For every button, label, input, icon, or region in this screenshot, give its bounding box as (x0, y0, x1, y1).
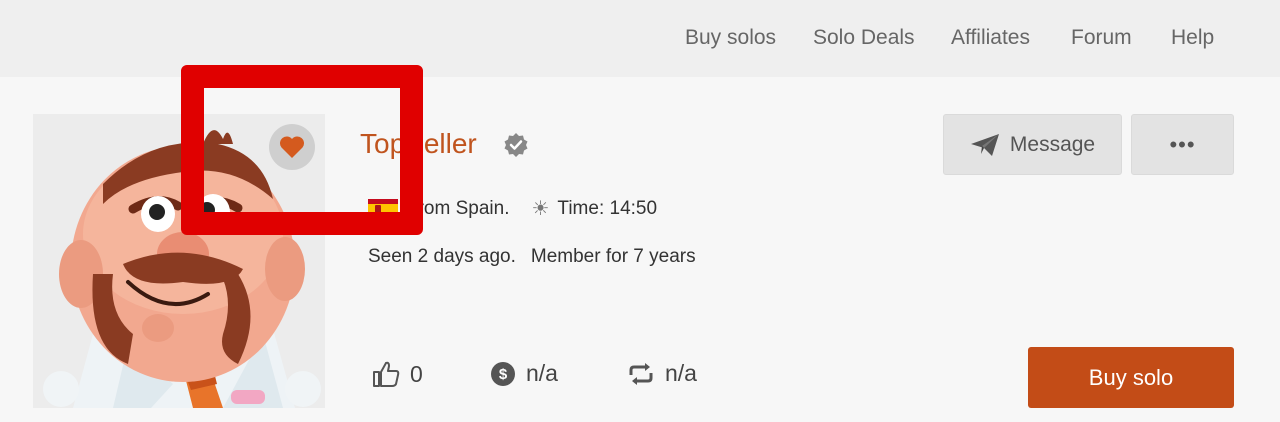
highlight-annotation-box (181, 65, 423, 235)
local-time: Time: 14:50 (557, 197, 658, 219)
repeat-stat: n/a (627, 360, 697, 387)
repeat-icon (629, 362, 653, 385)
nav-buy-solos[interactable]: Buy solos (685, 26, 776, 50)
nav-solo-deals[interactable]: Solo Deals (813, 26, 915, 50)
more-options-button[interactable]: ••• (1131, 114, 1234, 175)
last-seen: Seen 2 days ago. (368, 246, 516, 267)
message-button[interactable]: Message (943, 114, 1122, 175)
price-value: n/a (526, 360, 558, 386)
paper-plane-icon (970, 133, 999, 156)
dollar-coin-icon: $ (491, 361, 515, 386)
likes-stat: 0 (372, 360, 423, 388)
activity-row: Seen 2 days ago. Member for 7 years (368, 246, 696, 268)
sun-icon: ☀ (531, 198, 550, 220)
member-since: Member for 7 years (530, 246, 696, 267)
thumbs-up-icon (373, 361, 400, 387)
price-stat: $ n/a (490, 360, 558, 387)
verified-badge-icon (504, 133, 528, 157)
buy-solo-button[interactable]: Buy solo (1028, 347, 1234, 408)
repeat-value: n/a (665, 360, 697, 386)
nav-forum[interactable]: Forum (1071, 26, 1132, 50)
nav-help[interactable]: Help (1171, 26, 1214, 50)
more-options-label: ••• (1169, 131, 1196, 157)
buy-solo-label: Buy solo (1088, 364, 1174, 390)
message-button-label: Message (1009, 132, 1096, 156)
svg-text:$: $ (499, 366, 508, 383)
nav-affiliates[interactable]: Affiliates (951, 26, 1030, 50)
likes-count: 0 (410, 360, 423, 387)
